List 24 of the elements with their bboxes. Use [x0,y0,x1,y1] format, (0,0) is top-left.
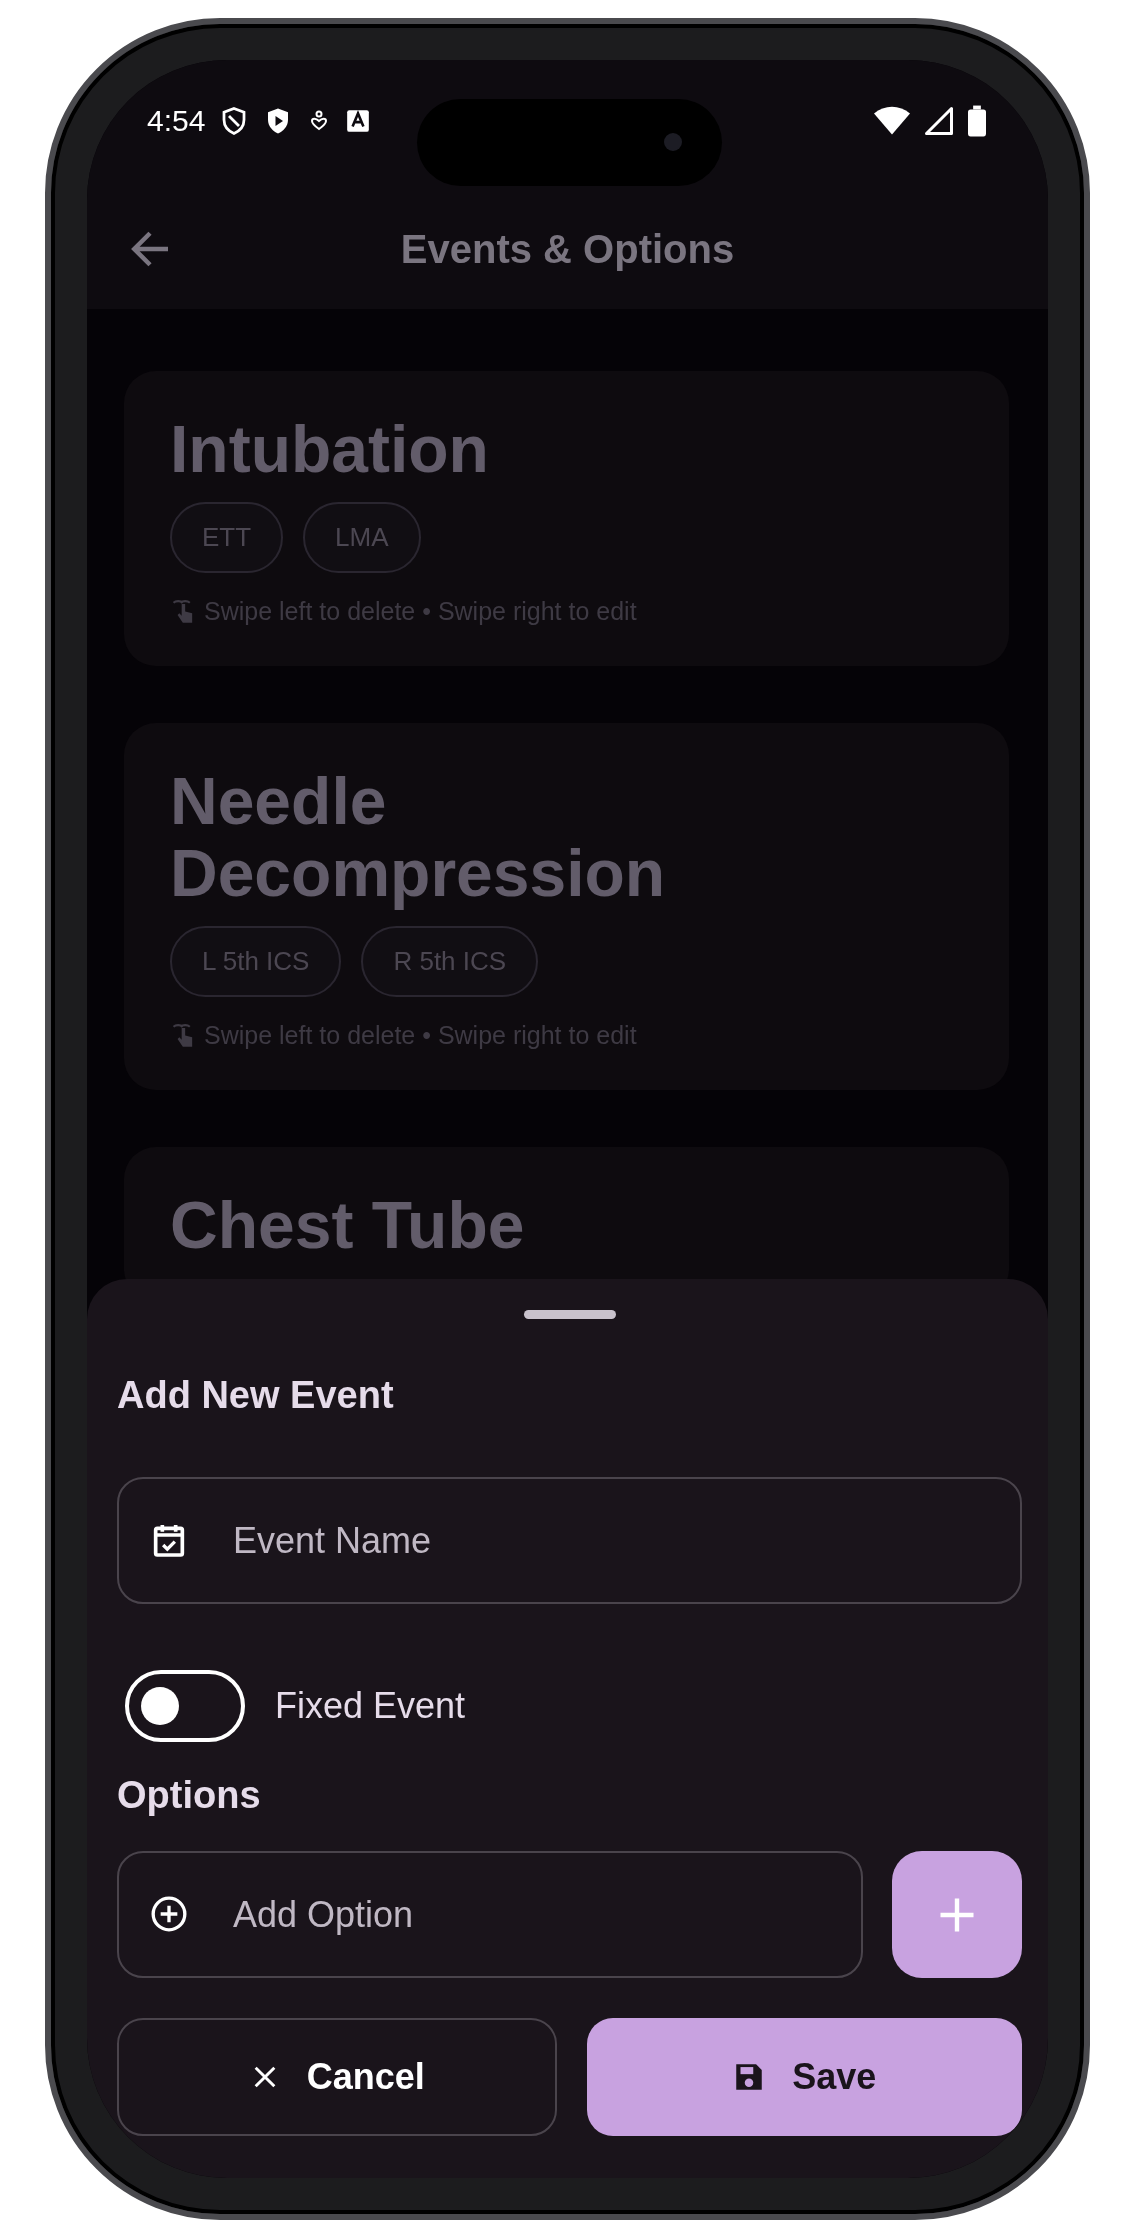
page-title: Events & Options [400,226,735,272]
drag-handle[interactable] [523,1310,616,1319]
event-title: Needle Decompression [170,764,667,910]
sheet-title: Add New Event [117,1374,395,1417]
add-option-field[interactable]: Add Option [117,1851,863,1978]
wifi-icon [874,106,910,136]
event-name-field[interactable]: Event Name [117,1477,1022,1604]
option-chip: L 5th ICS [170,925,342,997]
status-time: 4:54 [147,104,206,138]
plus-circle-icon [149,1894,189,1934]
font-icon [345,108,372,134]
option-chip: LMA [303,501,421,573]
fixed-event-toggle[interactable] [125,1670,245,1742]
battery-icon [968,105,986,137]
event-title: Intubation [170,413,490,486]
event-title: Chest Tube [170,1188,526,1262]
options-heading: Options [117,1774,262,1817]
add-button[interactable] [892,1851,1022,1978]
save-button[interactable]: Save [586,2018,1022,2136]
cancel-button[interactable]: Cancel [117,2018,557,2136]
option-chip: ETT [170,501,284,573]
signal-icon [924,106,954,136]
option-chip: R 5th ICS [361,925,539,997]
toggle-label: Fixed Event [275,1685,466,1727]
